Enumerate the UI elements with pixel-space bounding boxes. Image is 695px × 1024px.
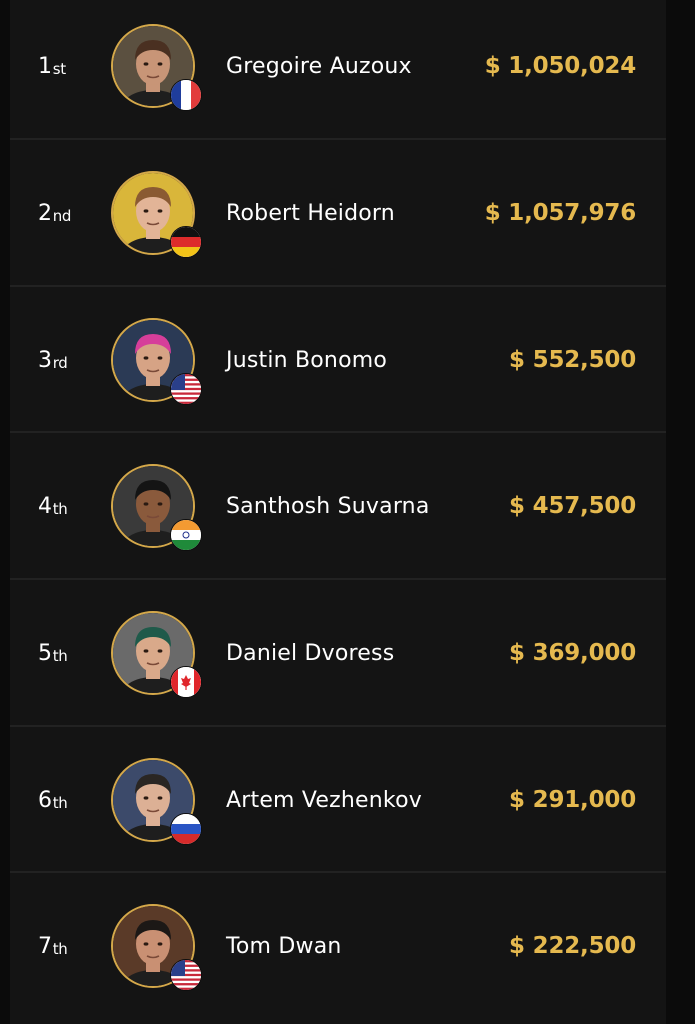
results-page: 1st Gregoire Auzoux $ 1,050,024 2nd Robe… <box>0 0 695 1024</box>
result-row[interactable]: 5th Daniel Dvoress $ 369,000 <box>10 580 666 726</box>
place-suffix: nd <box>52 207 72 225</box>
india-flag-icon <box>170 519 202 551</box>
place-label: 3rd <box>38 287 68 433</box>
prize-amount: $ 552,500 <box>509 347 636 373</box>
place-label: 4th <box>38 433 68 579</box>
player-avatar[interactable] <box>111 904 202 991</box>
place-number: 4 <box>38 493 52 519</box>
place-suffix: st <box>52 60 66 78</box>
result-row[interactable]: 4th Santhosh Suvarna $ 457,500 <box>10 433 666 579</box>
prize-amount: $ 1,050,024 <box>484 53 637 79</box>
place-number: 6 <box>38 787 52 813</box>
player-avatar[interactable] <box>111 318 202 405</box>
place-number: 1 <box>38 53 52 79</box>
place-suffix: th <box>52 940 68 958</box>
place-suffix: th <box>52 794 68 812</box>
player-name[interactable]: Gregoire Auzoux <box>226 0 412 139</box>
place-label: 1st <box>38 0 66 139</box>
france-flag-icon <box>170 79 202 111</box>
prize-amount: $ 291,000 <box>509 787 636 813</box>
place-label: 7th <box>38 873 68 1019</box>
place-suffix: th <box>52 500 68 518</box>
germany-flag-icon <box>170 226 202 258</box>
place-number: 7 <box>38 933 52 959</box>
player-name[interactable]: Artem Vezhenkov <box>226 727 422 873</box>
player-avatar[interactable] <box>111 464 202 551</box>
player-name[interactable]: Santhosh Suvarna <box>226 433 430 579</box>
prize-amount: $ 369,000 <box>509 640 636 666</box>
place-label: 6th <box>38 727 68 873</box>
player-avatar[interactable] <box>111 171 202 258</box>
place-suffix: th <box>52 647 68 665</box>
russia-flag-icon <box>170 813 202 845</box>
result-row[interactable]: 2nd Robert Heidorn $ 1,057,976 <box>10 140 666 286</box>
result-row[interactable]: 7th Tom Dwan $ 222,500 <box>10 873 666 1019</box>
player-name[interactable]: Tom Dwan <box>226 873 342 1019</box>
player-avatar[interactable] <box>111 758 202 845</box>
prize-amount: $ 222,500 <box>509 933 636 959</box>
result-row[interactable]: 1st Gregoire Auzoux $ 1,050,024 <box>10 0 666 139</box>
player-avatar[interactable] <box>111 611 202 698</box>
place-number: 2 <box>38 200 52 226</box>
usa-flag-icon <box>170 959 202 991</box>
prize-amount: $ 1,057,976 <box>484 200 637 226</box>
result-row[interactable]: 3rd Justin Bonomo $ 552,500 <box>10 287 666 433</box>
canada-flag-icon <box>170 666 202 698</box>
result-row[interactable]: 6th Artem Vezhenkov $ 291,000 <box>10 727 666 873</box>
player-name[interactable]: Justin Bonomo <box>226 287 387 433</box>
prize-amount: $ 457,500 <box>509 493 636 519</box>
place-label: 2nd <box>38 140 71 286</box>
player-name[interactable]: Daniel Dvoress <box>226 580 394 726</box>
place-number: 5 <box>38 640 52 666</box>
usa-flag-icon <box>170 373 202 405</box>
place-number: 3 <box>38 347 52 373</box>
place-label: 5th <box>38 580 68 726</box>
player-name[interactable]: Robert Heidorn <box>226 140 395 286</box>
place-suffix: rd <box>52 354 68 372</box>
player-avatar[interactable] <box>111 24 202 111</box>
